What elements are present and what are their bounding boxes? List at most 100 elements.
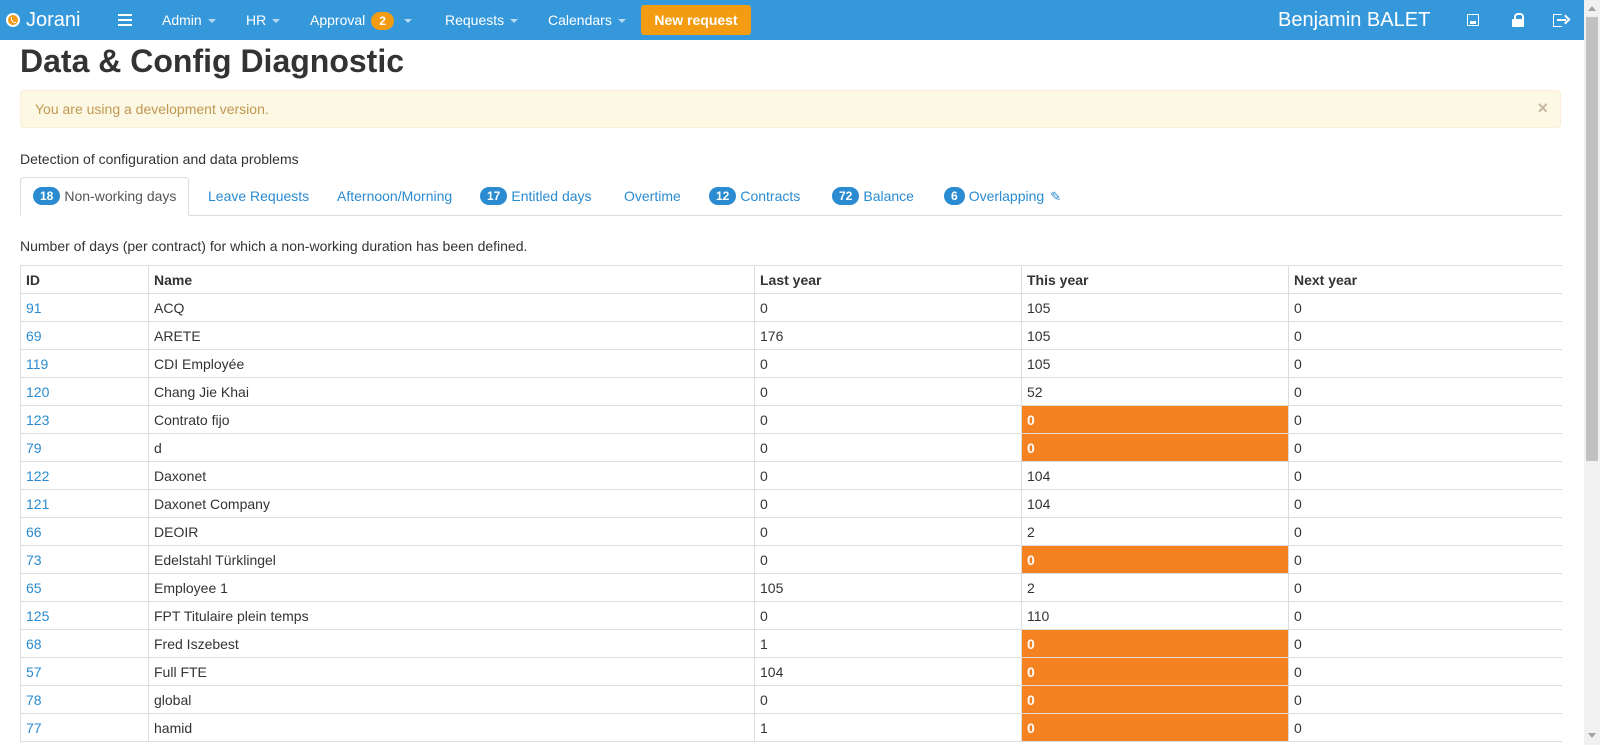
- cell-last-year: 0: [754, 489, 1022, 518]
- contract-id-link[interactable]: 78: [26, 692, 42, 708]
- cell-name: Chang Jie Khai: [148, 377, 755, 406]
- scroll-up-arrow-icon[interactable]: [1588, 6, 1596, 11]
- tab-overtime[interactable]: Overtime: [624, 177, 681, 215]
- brand-name: Jorani: [26, 9, 81, 31]
- tab-leave-requests[interactable]: Leave Requests: [208, 177, 309, 215]
- vertical-scrollbar[interactable]: [1584, 0, 1600, 745]
- cell-next-year: 0: [1288, 713, 1562, 742]
- cell-name: Employee 1: [148, 573, 755, 602]
- scroll-down-arrow-icon[interactable]: [1588, 733, 1596, 738]
- tab-entitled-days[interactable]: 17 Entitled days: [480, 177, 592, 215]
- tab-count-badge: 6: [944, 187, 965, 206]
- section-subtitle: Detection of configuration and data prob…: [20, 151, 299, 167]
- nav-calendars-label: Calendars: [548, 12, 612, 28]
- cell-next-year: 0: [1288, 349, 1562, 378]
- table-row: 78 global 0 0 0: [20, 685, 1562, 714]
- nav-requests[interactable]: Requests: [445, 0, 519, 40]
- contract-id-link[interactable]: 66: [26, 524, 42, 540]
- cell-next-year: 0: [1288, 321, 1562, 350]
- tab-count-badge: 17: [480, 187, 508, 206]
- cell-next-year: 0: [1288, 433, 1562, 462]
- cell-id: 121: [20, 489, 149, 518]
- save-icon[interactable]: [1466, 13, 1480, 27]
- user-name[interactable]: Benjamin BALET: [1278, 0, 1430, 40]
- column-header-this-year[interactable]: This year: [1021, 265, 1289, 294]
- cell-last-year: 0: [754, 433, 1022, 462]
- contract-id-link[interactable]: 91: [26, 300, 42, 316]
- logout-icon[interactable]: [1553, 13, 1571, 27]
- column-header-last-year[interactable]: Last year: [754, 265, 1022, 294]
- dev-version-alert: You are using a development version. ×: [20, 90, 1561, 128]
- nav-approval[interactable]: Approval 2: [310, 0, 412, 40]
- nav-admin-label: Admin: [162, 12, 202, 28]
- contract-id-link[interactable]: 65: [26, 580, 42, 596]
- tab-overlapping[interactable]: 6 Overlapping ✎: [944, 177, 1061, 215]
- cell-id: 65: [20, 573, 149, 602]
- brand-link[interactable]: Jorani: [6, 7, 80, 33]
- tab-label: Contracts: [740, 188, 801, 204]
- table-row: 119 CDI Employée 0 105 0: [20, 349, 1562, 378]
- cell-name: ARETE: [148, 321, 755, 350]
- nav-requests-label: Requests: [445, 12, 505, 28]
- chevron-down-icon: [510, 19, 519, 24]
- alert-message: You are using a development version.: [35, 101, 269, 117]
- cell-name: global: [148, 685, 755, 714]
- lock-icon[interactable]: [1511, 13, 1525, 27]
- menu-icon[interactable]: [118, 11, 132, 29]
- cell-this-year: 104: [1021, 461, 1289, 490]
- chevron-down-icon: [207, 19, 216, 24]
- cell-this-year: 52: [1021, 377, 1289, 406]
- tab-non-working-days[interactable]: 18 Non-working days: [20, 177, 190, 216]
- contract-id-link[interactable]: 121: [26, 496, 49, 512]
- column-header-id[interactable]: ID: [20, 265, 149, 294]
- cell-this-year: 110: [1021, 601, 1289, 630]
- table-body: 91 ACQ 0 105 0 69 ARETE 176 105 0 119 CDI Employée 0…: [20, 293, 1562, 742]
- scroll-thumb[interactable]: [1586, 17, 1598, 461]
- cell-next-year: 0: [1288, 293, 1562, 322]
- cell-this-year: 0: [1021, 433, 1289, 462]
- tab-count-badge: 72: [832, 187, 860, 206]
- cell-name: d: [148, 433, 755, 462]
- contract-id-link[interactable]: 57: [26, 664, 42, 680]
- contract-id-link[interactable]: 77: [26, 720, 42, 736]
- cell-id: 78: [20, 685, 149, 714]
- tab-label: Overlapping: [968, 188, 1045, 204]
- cell-name: ACQ: [148, 293, 755, 322]
- contract-id-link[interactable]: 68: [26, 636, 42, 652]
- tab-afternoon-morning[interactable]: Afternoon/Morning: [337, 177, 452, 215]
- cell-name: DEOIR: [148, 517, 755, 546]
- contract-id-link[interactable]: 125: [26, 608, 49, 624]
- contract-id-link[interactable]: 69: [26, 328, 42, 344]
- cell-next-year: 0: [1288, 657, 1562, 686]
- close-icon[interactable]: ×: [1537, 91, 1548, 125]
- table-row: 57 Full FTE 104 0 0: [20, 657, 1562, 686]
- tab-balance[interactable]: 72 Balance: [832, 177, 914, 215]
- contract-id-link[interactable]: 122: [26, 468, 49, 484]
- non-working-days-table: ID Name Last year This year Next year 91…: [20, 265, 1562, 742]
- cell-last-year: 0: [754, 377, 1022, 406]
- table-description: Number of days (per contract) for which …: [20, 238, 528, 254]
- tab-contracts[interactable]: 12 Contracts: [709, 177, 800, 215]
- column-header-name[interactable]: Name: [148, 265, 755, 294]
- nav-hr[interactable]: HR: [246, 0, 281, 40]
- table-row: 77 hamid 1 0 0: [20, 713, 1562, 742]
- pencil-icon: ✎: [1050, 189, 1062, 204]
- cell-last-year: 0: [754, 349, 1022, 378]
- contract-id-link[interactable]: 120: [26, 384, 49, 400]
- table-row: 73 Edelstahl Türklingel 0 0 0: [20, 545, 1562, 574]
- contract-id-link[interactable]: 119: [26, 356, 48, 372]
- cell-this-year: 0: [1021, 629, 1289, 658]
- cell-this-year: 0: [1021, 685, 1289, 714]
- nav-calendars[interactable]: Calendars: [548, 0, 626, 40]
- column-header-next-year[interactable]: Next year: [1288, 265, 1562, 294]
- table-row: 66 DEOIR 0 2 0: [20, 517, 1562, 546]
- cell-name: Daxonet Company: [148, 489, 755, 518]
- contract-id-link[interactable]: 123: [26, 412, 49, 428]
- contract-id-link[interactable]: 73: [26, 552, 42, 568]
- cell-last-year: 105: [754, 573, 1022, 602]
- cell-id: 66: [20, 517, 149, 546]
- contract-id-link[interactable]: 79: [26, 440, 42, 456]
- cell-last-year: 0: [754, 293, 1022, 322]
- new-request-button[interactable]: New request: [641, 5, 751, 35]
- nav-admin[interactable]: Admin: [162, 0, 216, 40]
